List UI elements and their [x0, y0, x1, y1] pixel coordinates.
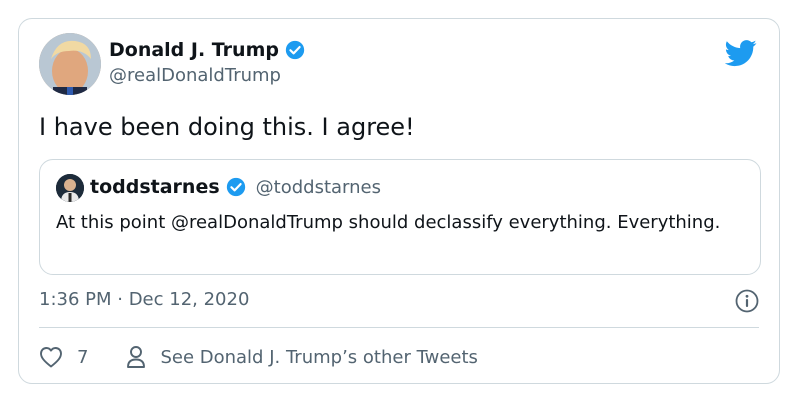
- info-icon[interactable]: [735, 289, 759, 313]
- verified-badge-icon: [226, 177, 245, 197]
- author-avatar[interactable]: [39, 33, 101, 95]
- quoted-tweet-text: At this point @realDonaldTrump should de…: [56, 212, 721, 233]
- quoted-author-avatar: [56, 174, 84, 202]
- avatar-image: [39, 33, 101, 95]
- quoted-author-handle: @toddstarnes: [255, 176, 381, 198]
- tweet-text: I have been doing this. I agree!: [39, 113, 415, 141]
- divider: [39, 327, 759, 328]
- author-handle[interactable]: @realDonaldTrump: [109, 65, 281, 86]
- verified-badge-icon: [285, 40, 305, 60]
- other-tweets-label: See Donald J. Trump’s other Tweets: [160, 346, 478, 368]
- tweet-card: Donald J. Trump @realDonaldTrump I have …: [18, 18, 780, 384]
- heart-icon: [40, 347, 62, 368]
- other-tweets-link[interactable]: See Donald J. Trump’s other Tweets: [126, 345, 478, 369]
- like-count: 7: [77, 346, 89, 368]
- author-name[interactable]: Donald J. Trump: [109, 39, 279, 61]
- tweet-actions: 7 See Donald J. Trump’s other Tweets: [39, 345, 478, 369]
- tweet-timestamp[interactable]: 1:36 PM · Dec 12, 2020: [39, 289, 249, 310]
- quoted-avatar-image: [56, 174, 84, 202]
- quoted-author-name: toddstarnes: [90, 176, 220, 198]
- quoted-tweet[interactable]: toddstarnes @toddstarnes At this point @…: [39, 159, 761, 275]
- author-name-row: Donald J. Trump: [109, 39, 305, 61]
- person-icon: [127, 346, 146, 368]
- quoted-header: toddstarnes @toddstarnes: [90, 176, 381, 198]
- twitter-bird-icon[interactable]: [725, 37, 757, 69]
- like-button[interactable]: 7: [39, 346, 88, 368]
